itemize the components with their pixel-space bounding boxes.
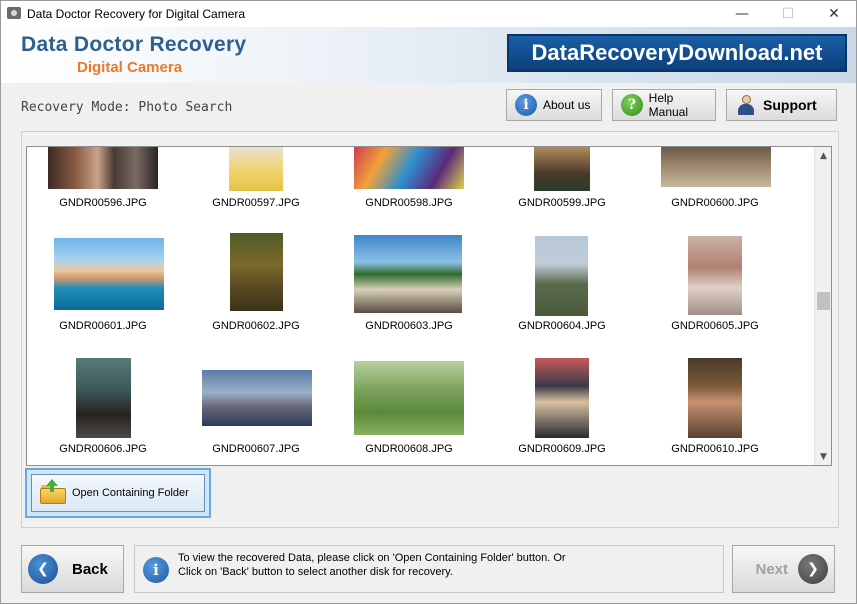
photo-filename: GNDR00599.JPG — [518, 197, 606, 209]
photo-filename: GNDR00603.JPG — [365, 320, 453, 332]
support-button[interactable]: Support — [726, 89, 837, 121]
photo-filename: GNDR00609.JPG — [518, 443, 606, 455]
help-manual-button[interactable]: ? Help Manual — [612, 89, 716, 121]
photo-thumbnail[interactable] — [230, 233, 283, 311]
minimize-button[interactable]: — — [719, 1, 765, 27]
photo-filename: GNDR00606.JPG — [59, 443, 147, 455]
info-line-1: To view the recovered Data, please click… — [178, 552, 566, 564]
app-window: Data Doctor Recovery for Digital Camera … — [0, 0, 857, 604]
photo-thumbnail[interactable] — [54, 238, 164, 310]
photo-gallery[interactable]: GNDR00596.JPG GNDR00597.JPG GNDR00598.JP… — [26, 146, 832, 466]
photo-thumbnail[interactable] — [354, 235, 462, 313]
next-label: Next — [755, 560, 788, 578]
photo-filename: GNDR00604.JPG — [518, 320, 606, 332]
photo-filename: GNDR00610.JPG — [671, 443, 759, 455]
about-us-label: About us — [543, 98, 591, 112]
photo-filename: GNDR00607.JPG — [212, 443, 300, 455]
open-folder-label: Open Containing Folder — [72, 487, 189, 499]
help-manual-label: Help Manual — [648, 91, 689, 119]
about-us-button[interactable]: i About us — [506, 89, 602, 121]
photo-thumbnail[interactable] — [535, 358, 589, 438]
photo-thumbnail[interactable] — [48, 147, 158, 189]
open-folder-focus-frame: Open Containing Folder — [25, 468, 211, 518]
photo-thumbnail[interactable] — [534, 147, 590, 191]
photo-filename: GNDR00602.JPG — [212, 320, 300, 332]
photo-filename: GNDR00600.JPG — [671, 197, 759, 209]
brand-subtitle: Digital Camera — [77, 59, 183, 76]
folder-icon — [40, 479, 66, 504]
photo-thumbnail[interactable] — [76, 358, 131, 438]
open-containing-folder-button[interactable]: Open Containing Folder — [31, 474, 205, 512]
next-arrow-icon: ❯ — [798, 554, 828, 584]
back-button[interactable]: ❮ Back — [21, 545, 124, 593]
question-icon: ? — [621, 94, 643, 116]
photo-thumbnail[interactable] — [688, 236, 742, 315]
photo-thumbnail[interactable] — [354, 361, 464, 435]
photo-filename: GNDR00598.JPG — [365, 197, 453, 209]
photo-thumbnail[interactable] — [202, 370, 312, 426]
close-button[interactable]: ✕ — [811, 1, 857, 27]
photo-thumbnail[interactable] — [688, 358, 742, 438]
photo-thumbnail[interactable] — [535, 236, 588, 316]
info-message: To view the recovered Data, please click… — [178, 551, 566, 579]
photo-filename: GNDR00605.JPG — [671, 320, 759, 332]
title-bar: Data Doctor Recovery for Digital Camera … — [1, 1, 856, 27]
recovery-mode-label: Recovery Mode: Photo Search — [21, 100, 233, 115]
photo-thumbnail[interactable] — [229, 147, 283, 191]
photo-filename: GNDR00596.JPG — [59, 197, 147, 209]
photo-thumbnail[interactable] — [354, 147, 464, 189]
toolbar: Recovery Mode: Photo Search i About us ?… — [1, 83, 856, 123]
maximize-button[interactable]: ☐ — [765, 1, 811, 27]
info-message-box: i To view the recovered Data, please cli… — [134, 545, 724, 593]
photo-thumbnail[interactable] — [661, 147, 771, 187]
back-label: Back — [72, 560, 108, 578]
scroll-down-icon[interactable]: ▼ — [815, 448, 831, 465]
photo-filename: GNDR00601.JPG — [59, 320, 147, 332]
camera-app-icon — [7, 7, 21, 19]
site-badge: DataRecoveryDownload.net — [507, 34, 847, 72]
scroll-up-icon[interactable]: ▲ — [815, 147, 831, 164]
info-icon: i — [143, 557, 169, 583]
brand-title: Data Doctor Recovery — [21, 33, 247, 56]
window-title: Data Doctor Recovery for Digital Camera — [27, 7, 246, 21]
info-icon: i — [515, 94, 537, 116]
support-label: Support — [763, 97, 817, 113]
back-arrow-icon: ❮ — [28, 554, 58, 584]
photo-filename: GNDR00597.JPG — [212, 197, 300, 209]
header-banner: Data Doctor Recovery Digital Camera Data… — [1, 27, 856, 83]
support-person-icon — [735, 94, 757, 116]
photo-filename: GNDR00608.JPG — [365, 443, 453, 455]
info-line-2: Click on 'Back' button to select another… — [178, 566, 453, 578]
next-button: Next ❯ — [732, 545, 835, 593]
scrollbar-thumb[interactable] — [817, 292, 830, 310]
gallery-scrollbar[interactable]: ▲ ▼ — [814, 147, 831, 465]
